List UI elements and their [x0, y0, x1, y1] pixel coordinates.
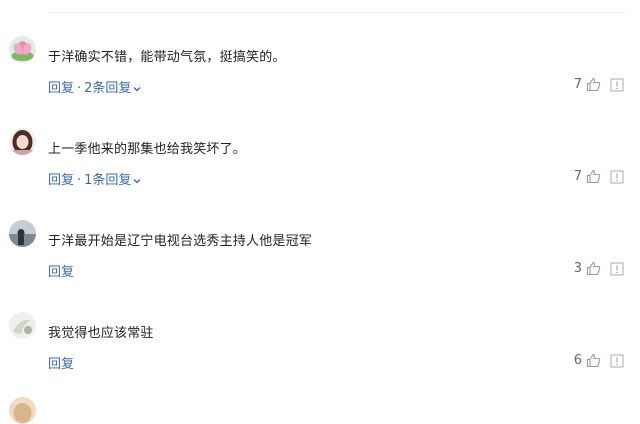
separator: ·	[77, 173, 82, 188]
comment-text: 于洋最开始是辽宁电视台选秀主持人他是冠军	[48, 234, 313, 249]
comment-item: 于洋最开始是辽宁电视台选秀主持人他是冠军 回复 3	[0, 209, 640, 302]
reply-button[interactable]: 回复	[48, 265, 74, 280]
thumbs-up-icon[interactable]	[586, 353, 601, 368]
like-count: 3	[573, 261, 582, 276]
chevron-down-icon	[133, 86, 141, 91]
reply-button[interactable]: 回复	[48, 357, 74, 372]
replies-count-label: 2条回复	[84, 81, 132, 96]
comment-text: 上一季他来的那集也给我笑坏了。	[48, 142, 247, 157]
comment-item: 我觉得也应该常驻 回复 6	[0, 301, 640, 394]
comment-text: 于洋确实不错，能带动气氛，挺搞笑的。	[48, 50, 286, 65]
thumbs-up-icon[interactable]	[586, 261, 601, 276]
reply-button[interactable]: 回复	[48, 173, 74, 188]
replies-count-label: 1条回复	[84, 173, 132, 188]
comment-item: 于洋确实不错，能带动气氛，挺搞笑的。 回复 · 2条回复 7	[0, 25, 640, 118]
view-replies-button[interactable]: 1条回复	[84, 173, 142, 188]
report-icon[interactable]	[610, 354, 624, 368]
white-photo-avatar-icon[interactable]	[9, 312, 36, 339]
comment-item: 上一季他来的那集也给我笑坏了。 回复 · 1条回复 7	[0, 117, 640, 210]
chevron-down-icon	[133, 178, 141, 183]
report-icon[interactable]	[610, 78, 624, 92]
top-divider	[48, 12, 626, 13]
thumbs-up-icon[interactable]	[586, 169, 601, 184]
comment-text: 我觉得也应该常驻	[48, 326, 154, 341]
lotus-avatar-icon[interactable]	[9, 36, 36, 63]
comment-actions: 回复	[48, 353, 74, 372]
like-count: 7	[573, 77, 582, 92]
report-icon[interactable]	[610, 262, 624, 276]
dark-photo-avatar-icon[interactable]	[9, 220, 36, 247]
like-count: 6	[573, 353, 582, 368]
separator: ·	[77, 81, 82, 96]
thumbs-up-icon[interactable]	[586, 77, 601, 92]
report-icon[interactable]	[610, 170, 624, 184]
comment-actions: 回复	[48, 261, 74, 280]
girl-avatar-icon[interactable]	[9, 128, 36, 155]
comment-actions: 回复 · 1条回复	[48, 169, 142, 188]
like-count: 7	[573, 169, 582, 184]
view-replies-button[interactable]: 2条回复	[84, 81, 142, 96]
reply-button[interactable]: 回复	[48, 81, 74, 96]
comment-actions: 回复 · 2条回复	[48, 77, 142, 96]
partial-avatar-icon[interactable]	[9, 397, 36, 424]
